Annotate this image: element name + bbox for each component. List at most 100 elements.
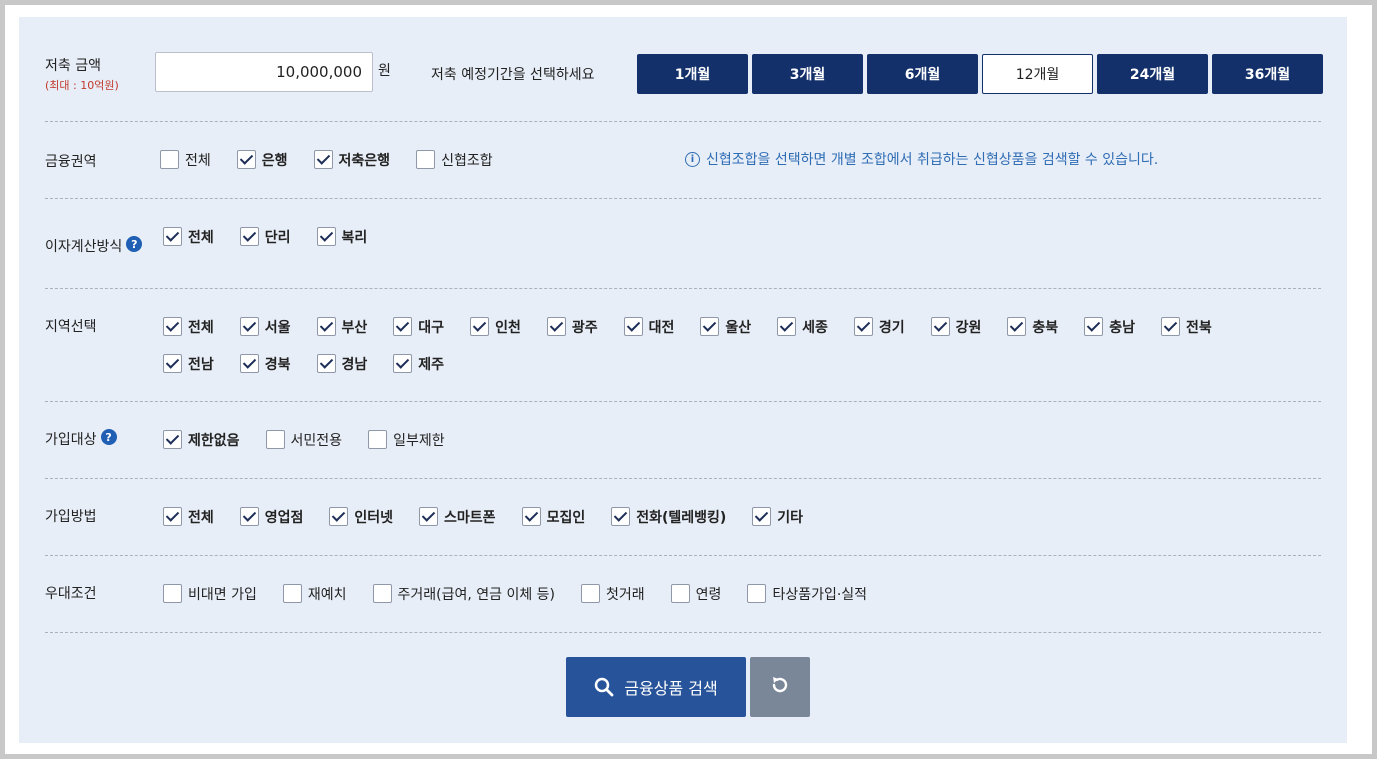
checkbox-checked-icon[interactable] [239,507,259,526]
period-button[interactable]: 6개월 [867,54,978,94]
region-checkbox[interactable]: 충남 [1084,308,1135,345]
search-button[interactable]: 금융상품 검색 [566,657,746,717]
checkbox-checked-icon[interactable] [239,317,259,336]
checkbox-checked-icon[interactable] [1007,317,1027,336]
sector-checkbox[interactable]: 신협조합 [416,141,493,178]
checkbox-checked-icon[interactable] [853,317,873,336]
preferential-checkbox[interactable]: 주거래(급여, 연금 이체 등) [372,575,555,612]
region-checkbox[interactable]: 경북 [239,345,291,382]
checkbox-checked-icon[interactable] [239,354,259,373]
region-checkbox[interactable]: 광주 [546,308,598,345]
checkbox-empty-icon[interactable] [416,150,436,169]
region-checkbox[interactable]: 울산 [700,308,751,345]
period-button[interactable]: 1개월 [637,54,748,94]
checkbox-checked-icon[interactable] [163,354,182,373]
checkbox-checked-icon[interactable] [521,507,541,526]
checkbox-empty-icon[interactable] [747,584,767,603]
method-checkbox[interactable]: 모집인 [521,498,585,535]
period-button[interactable]: 24개월 [1097,54,1208,94]
preferential-checkbox[interactable]: 타상품가입·실적 [747,575,867,612]
region-checkbox-label: 인천 [495,319,521,336]
interest-checkbox[interactable]: 단리 [239,218,291,255]
region-checkbox[interactable]: 충북 [1007,308,1058,345]
method-checkbox[interactable]: 기타 [752,498,803,535]
target-options: 제한없음 서민전용 일부제한 [163,421,471,458]
interest-checkbox[interactable]: 복리 [316,218,367,255]
checkbox-checked-icon[interactable] [623,317,643,336]
checkbox-checked-icon[interactable] [163,317,182,336]
checkbox-empty-icon[interactable] [581,584,601,603]
checkbox-checked-icon[interactable] [470,317,490,336]
region-checkbox[interactable]: 전남 [163,345,214,382]
period-button[interactable]: 36개월 [1212,54,1323,94]
region-checkbox[interactable]: 제주 [393,345,444,382]
sector-checkbox[interactable]: 저축은행 [313,141,390,178]
checkbox-checked-icon[interactable] [700,317,720,336]
region-checkbox[interactable]: 경남 [316,345,367,382]
question-circle-icon[interactable]: ? [100,429,117,445]
region-checkbox[interactable]: 경기 [853,308,905,345]
preferential-checkbox[interactable]: 연령 [670,575,721,612]
region-checkbox[interactable]: 전체 [163,308,214,345]
checkbox-empty-icon[interactable] [372,584,392,603]
checkbox-checked-icon[interactable] [313,150,333,169]
checkbox-checked-icon[interactable] [777,317,797,336]
region-checkbox[interactable]: 강원 [930,308,981,345]
period-button[interactable]: 12개월 [982,54,1093,94]
checkbox-empty-icon[interactable] [160,150,179,169]
region-options: 전체 서울 부산 대구 인천 광주 대전 울산 세종 경기 강원 충북 충남 전북전남 경북 경남 제주 [163,308,1273,382]
region-checkbox[interactable]: 부산 [316,308,368,345]
preferential-checkbox[interactable]: 첫거래 [581,575,645,612]
region-checkbox[interactable]: 대전 [623,308,674,345]
target-checkbox[interactable]: 일부제한 [368,421,445,458]
sector-checkbox[interactable]: 은행 [236,141,288,178]
method-options: 전체 영업점 인터넷 스마트폰 모집인 전화(텔레뱅킹) 기타 [163,498,829,535]
method-checkbox[interactable]: 전체 [163,498,214,535]
region-checkbox[interactable]: 세종 [777,308,828,345]
checkbox-checked-icon[interactable] [329,507,349,526]
region-checkbox[interactable]: 인천 [470,308,521,345]
preferential-checkbox[interactable]: 비대면 가입 [163,575,257,612]
checkbox-checked-icon[interactable] [316,227,336,246]
amount-input[interactable] [155,52,373,92]
checkbox-checked-icon[interactable] [1084,317,1104,336]
checkbox-checked-icon[interactable] [316,317,336,336]
interest-checkbox[interactable]: 전체 [163,218,214,255]
checkbox-checked-icon[interactable] [163,430,182,449]
target-checkbox[interactable]: 서민전용 [265,421,342,458]
checkbox-empty-icon[interactable] [163,584,182,603]
checkbox-checked-icon[interactable] [236,150,256,169]
checkbox-checked-icon[interactable] [546,317,566,336]
checkbox-empty-icon[interactable] [282,584,302,603]
checkbox-checked-icon[interactable] [239,227,259,246]
checkbox-checked-icon[interactable] [316,354,336,373]
method-checkbox[interactable]: 스마트폰 [419,498,496,535]
checkbox-checked-icon[interactable] [393,317,413,336]
reset-icon [769,674,791,700]
checkbox-checked-icon[interactable] [930,317,950,336]
region-label: 지역선택 [45,319,97,335]
checkbox-checked-icon[interactable] [163,507,182,526]
sector-checkbox[interactable]: 전체 [160,141,211,178]
checkbox-checked-icon[interactable] [163,227,182,246]
method-checkbox[interactable]: 전화(텔레뱅킹) [611,498,726,535]
checkbox-checked-icon[interactable] [611,507,631,526]
region-checkbox-label: 부산 [341,319,368,336]
question-circle-icon[interactable]: ? [126,236,143,252]
region-checkbox[interactable]: 대구 [393,308,444,345]
checkbox-empty-icon[interactable] [265,430,285,449]
checkbox-empty-icon[interactable] [368,430,388,449]
checkbox-checked-icon[interactable] [393,354,413,373]
preferential-checkbox[interactable]: 재예치 [282,575,347,612]
region-checkbox[interactable]: 서울 [239,308,291,345]
checkbox-checked-icon[interactable] [419,507,439,526]
period-button[interactable]: 3개월 [752,54,863,94]
reset-button[interactable] [750,657,810,717]
checkbox-checked-icon[interactable] [1160,317,1180,336]
method-checkbox[interactable]: 인터넷 [329,498,393,535]
checkbox-empty-icon[interactable] [670,584,690,603]
target-checkbox[interactable]: 제한없음 [163,421,240,458]
checkbox-checked-icon[interactable] [752,507,772,526]
method-checkbox[interactable]: 영업점 [239,498,303,535]
region-checkbox[interactable]: 전북 [1160,308,1212,345]
